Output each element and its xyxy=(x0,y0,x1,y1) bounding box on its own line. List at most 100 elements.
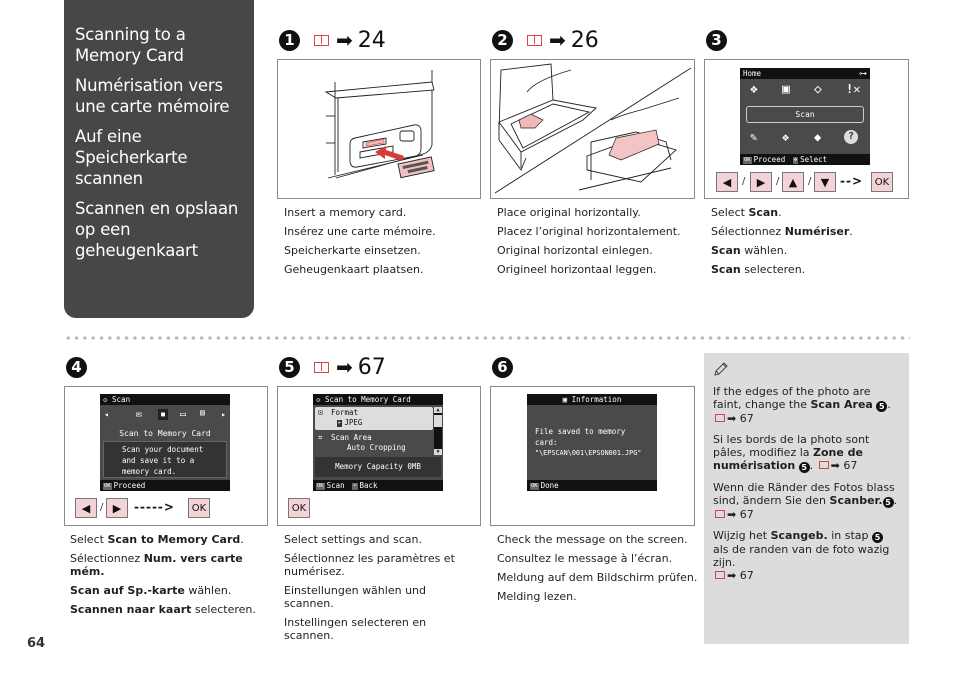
memory-card-insert-illustration xyxy=(324,70,435,179)
caption-de: Original horizontal einlegen. xyxy=(497,244,653,257)
caption-fr: Sélectionnez les paramètres et numérisez… xyxy=(284,552,455,578)
page-reference[interactable]: 26 xyxy=(571,28,599,53)
caption-nl: Origineel horizontaal leggen. xyxy=(497,263,657,276)
lcd-title: ▣ Information xyxy=(527,394,657,405)
format-label: Format xyxy=(331,408,359,417)
caption-nl: Scannen naar kaart selecteren. xyxy=(70,603,256,616)
section-divider xyxy=(64,336,910,340)
lcd-footer: OK Scan ↶ Back xyxy=(313,480,443,491)
selected-menu-label: Scan xyxy=(746,106,864,123)
arrow-right-icon: ➡ xyxy=(336,355,353,379)
step-number: 3 xyxy=(706,29,727,51)
book-icon xyxy=(715,571,725,579)
caption-nl: Melding lezen. xyxy=(497,590,577,603)
back-icon: ↶ xyxy=(352,482,358,490)
format-setting[interactable]: ⊡ Format ▸ JPEG xyxy=(315,407,433,430)
step-2-captions: Place original horizontally. Placez l’or… xyxy=(497,206,697,282)
step-1-header: 1 ➡ 24 xyxy=(279,25,386,55)
lcd-settings-screen: ◇ Scan to Memory Card ⊡ Format ▸ JPEG ⌗ S… xyxy=(313,394,443,491)
lcd-selected-mode: Scan to Memory Card xyxy=(119,429,211,438)
layout-icon: ❖ xyxy=(782,130,790,144)
book-icon xyxy=(314,361,329,373)
right-button[interactable]: ▶ xyxy=(750,172,772,192)
step-1-captions: Insert a memory card. Insérez une carte … xyxy=(284,206,474,282)
lcd-home-screen: Home ⊶ ❖ ▣ ◇ ǃ✕ Scan ✎ ❖ ◆ ? OK Proceed ✥… xyxy=(740,68,870,165)
separator: / xyxy=(742,176,746,187)
left-button[interactable]: ◀ xyxy=(75,498,97,518)
caption-de: Einstellungen wählen und scannen. xyxy=(284,584,426,610)
scan-area-setting[interactable]: ⌗ Scan Area Auto Cropping xyxy=(315,432,433,454)
up-button[interactable]: ▲ xyxy=(782,172,804,192)
lcd-footer: OK Proceed xyxy=(100,480,230,491)
then-arrow-icon: -----> xyxy=(134,500,175,514)
footer-proceed: Proceed xyxy=(753,155,786,164)
left-button[interactable]: ◀ xyxy=(716,172,738,192)
page-reference[interactable]: 67 xyxy=(358,355,386,380)
scan-icon: ◇ xyxy=(814,82,822,97)
footer-select: Select xyxy=(800,155,828,164)
lcd-title: ◇ Scan xyxy=(100,394,230,405)
lcd-title: Home xyxy=(740,68,870,79)
help-icon: ? xyxy=(844,130,858,144)
title-en: Scanning to a Memory Card xyxy=(75,25,186,65)
place-original-illustration xyxy=(494,63,692,194)
caption-fr: Consultez le message à l’écran. xyxy=(497,552,673,565)
book-icon xyxy=(715,414,725,422)
photo-icon: ▣ xyxy=(782,82,790,97)
lcd-scrollbar[interactable]: ▲ ▼ xyxy=(434,407,442,455)
scan-area-label: Scan Area xyxy=(331,433,372,442)
caption-nl: Geheugenkaart plaatsen. xyxy=(284,263,424,276)
caption-fr: Sélectionnez Num. vers carte mém. xyxy=(70,552,243,578)
ok-button[interactable]: OK xyxy=(188,498,210,518)
caption-en: Select Scan to Memory Card. xyxy=(70,533,244,546)
setup-icon: ǃ✕ xyxy=(846,82,861,96)
page-reference[interactable]: 24 xyxy=(358,28,386,53)
ok-badge: OK xyxy=(743,156,752,164)
separator: / xyxy=(776,176,780,187)
book-icon xyxy=(818,461,829,469)
page-reference: 67 xyxy=(843,459,858,472)
format-icon: ⊡ xyxy=(318,408,323,417)
step-3-header: 3 xyxy=(706,25,727,55)
lcd-footer: OK Done xyxy=(527,480,657,491)
ok-button[interactable]: OK xyxy=(871,172,893,192)
caption-nl: Instellingen selecteren en scannen. xyxy=(284,616,427,642)
lcd-message: File saved to memory card: "\EPSCAN\001\… xyxy=(535,427,642,457)
caption-de: Speicherkarte einsetzen. xyxy=(284,244,421,257)
copy-icon: ❖ xyxy=(750,82,758,97)
memory-capacity: Memory Capacity 0MB xyxy=(315,457,441,477)
pdf-icon: ▤ xyxy=(200,408,205,417)
page-number: 64 xyxy=(27,636,46,651)
title-fr: Numérisation vers une carte mémoire xyxy=(75,76,230,116)
note-de: Wenn die Ränder des Fotos blass sind, än… xyxy=(713,481,898,521)
ok-button[interactable]: OK xyxy=(288,498,310,518)
crop-icon: ⌗ xyxy=(318,433,323,442)
lcd-title: ◇ Scan to Memory Card xyxy=(313,394,443,405)
caption-fr: Sélectionnez Numériser. xyxy=(711,225,853,238)
scroll-right-icon[interactable]: ▸ xyxy=(221,410,226,419)
caption-en: Check the message on the screen. xyxy=(497,533,688,546)
arrow-right-icon: ➡ xyxy=(336,28,353,52)
caption-en: Place original horizontally. xyxy=(497,206,641,219)
right-button[interactable]: ▶ xyxy=(106,498,128,518)
step-2-header: 2 ➡ 26 xyxy=(492,25,599,55)
separator: / xyxy=(100,502,104,513)
caption-de: Scan auf Sp.-karte wählen. xyxy=(70,584,232,597)
step-5-captions: Select settings and scan. Sélectionnez l… xyxy=(284,533,479,648)
print-icon: ✎ xyxy=(750,130,758,144)
book-icon xyxy=(715,510,725,518)
jpeg-icon: ▸ xyxy=(337,419,343,427)
page-reference: 67 xyxy=(739,508,754,521)
network-icon: ⊶ xyxy=(859,69,867,78)
step-4-header: 4 xyxy=(66,352,87,382)
email-icon: ✉ xyxy=(136,409,143,420)
caption-de: Scan wählen. xyxy=(711,244,788,257)
scroll-left-icon[interactable]: ◂ xyxy=(104,410,109,419)
page-reference: 67 xyxy=(739,569,754,582)
separator: / xyxy=(808,176,812,187)
lcd-scan-screen: ◇ Scan ◂ ✉ ▪ ▭ ▤ ▸ Scan to Memory Card S… xyxy=(100,394,230,491)
page-reference: 67 xyxy=(739,412,754,425)
down-button[interactable]: ▼ xyxy=(814,172,836,192)
step-6-captions: Check the message on the screen. Consult… xyxy=(497,533,702,609)
step-5-header: 5 ➡ 67 xyxy=(279,352,386,382)
